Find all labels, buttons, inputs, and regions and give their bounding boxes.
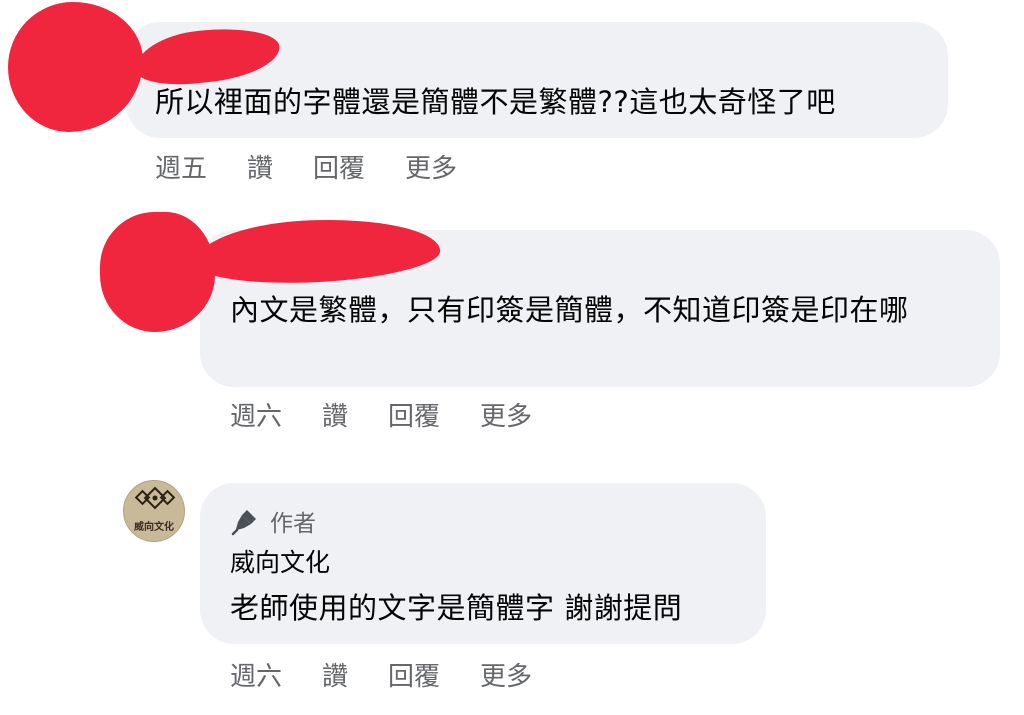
comment-text-2: 內文是繁體，只有印簽是簡體，不知道印簽是印在哪 [230, 293, 909, 327]
comment-thread: { "comments": [ { "text": "所以裡面的字體還是簡體不是… [0, 0, 1024, 715]
comment-timestamp[interactable]: 週六 [230, 396, 282, 433]
author-badge-label: 作者 [270, 511, 316, 537]
like-button[interactable]: 讚 [322, 656, 348, 693]
like-button[interactable]: 讚 [247, 148, 273, 185]
comment-actions-1: 週五 讚 回覆 更多 [155, 148, 457, 185]
comment-text-1: 所以裡面的字體還是簡體不是繁體??這也太奇怪了吧 [155, 85, 836, 119]
redaction-mark [100, 212, 215, 332]
avatar-logo-text: 威向文化 [134, 522, 174, 533]
comment-text-3: 老師使用的文字是簡體字 謝謝提問 [230, 591, 683, 625]
reply-button[interactable]: 回覆 [388, 396, 440, 433]
avatar[interactable]: 威向文化 [123, 480, 185, 542]
comment-timestamp[interactable]: 週六 [230, 656, 282, 693]
redaction-mark [8, 2, 143, 132]
comment-actions-3: 週六 讚 回覆 更多 [230, 656, 532, 693]
more-button[interactable]: 更多 [480, 656, 532, 693]
reply-button[interactable]: 回覆 [313, 148, 365, 185]
comment-timestamp[interactable]: 週五 [155, 148, 207, 185]
pen-icon [231, 510, 256, 536]
comment-actions-2: 週六 讚 回覆 更多 [230, 396, 532, 433]
author-badge: 作者 [230, 504, 316, 538]
more-button[interactable]: 更多 [480, 396, 532, 433]
more-button[interactable]: 更多 [405, 148, 457, 185]
comment-author-name[interactable]: 威向文化 [230, 543, 330, 579]
like-button[interactable]: 讚 [322, 396, 348, 433]
reply-button[interactable]: 回覆 [388, 656, 440, 693]
